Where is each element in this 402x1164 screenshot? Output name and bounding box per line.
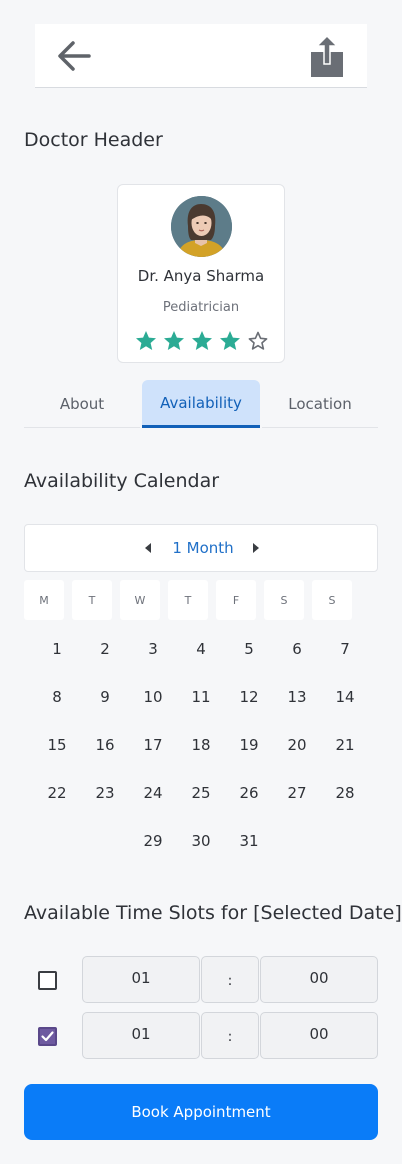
minute-field[interactable]: 00 <box>260 956 378 1003</box>
rating-stars <box>134 329 270 353</box>
star-filled-icon <box>220 331 240 350</box>
share-icon <box>311 34 343 77</box>
star-empty-icon <box>248 331 268 350</box>
caret-left-icon[interactable] <box>143 542 153 554</box>
caret-right-icon[interactable] <box>251 542 261 554</box>
weekday-label: T <box>168 580 208 620</box>
time-separator-label: : <box>227 1029 233 1045</box>
calendar-day[interactable]: 17 <box>133 725 173 765</box>
calendar-day[interactable]: 9 <box>85 677 125 717</box>
calendar-range-selector: 1 Month <box>24 524 378 572</box>
calendar-day[interactable]: 30 <box>181 821 221 861</box>
calendar-day[interactable]: 16 <box>85 725 125 765</box>
weekday-label: M <box>24 580 64 620</box>
calendar-range-label[interactable]: 1 Month <box>165 539 241 557</box>
calendar-day[interactable]: 21 <box>325 725 365 765</box>
star-filled-icon <box>192 331 212 350</box>
calendar-day[interactable]: 5 <box>229 629 269 669</box>
calendar-day[interactable]: 10 <box>133 677 173 717</box>
calendar-day[interactable]: 14 <box>325 677 365 717</box>
calendar-day[interactable]: 31 <box>229 821 269 861</box>
back-button[interactable] <box>55 38 93 74</box>
book-appointment-button[interactable]: Book Appointment <box>24 1084 378 1140</box>
star-filled-icon <box>136 331 156 350</box>
availability-calendar-title: Availability Calendar <box>24 470 220 492</box>
doctor-specialty: Pediatrician <box>162 300 240 315</box>
time-slot-checkbox-checked[interactable] <box>38 1027 57 1046</box>
hour-value: 01 <box>131 1025 151 1043</box>
hour-field[interactable]: 01 <box>82 1012 200 1059</box>
doctor-avatar <box>171 196 232 257</box>
time-separator: : <box>201 956 259 1003</box>
calendar-day[interactable]: 28 <box>325 773 365 813</box>
calendar-day[interactable]: 13 <box>277 677 317 717</box>
weekday-label: S <box>264 580 304 620</box>
weekday-label: W <box>120 580 160 620</box>
doctor-card: Dr. Anya Sharma Pediatrician <box>117 184 285 363</box>
calendar-day[interactable]: 24 <box>133 773 173 813</box>
calendar-day[interactable]: 18 <box>181 725 221 765</box>
calendar-day[interactable]: 19 <box>229 725 269 765</box>
doctor-header-title: Doctor Header <box>24 129 163 151</box>
minute-value: 00 <box>309 1025 329 1043</box>
calendar-day[interactable]: 6 <box>277 629 317 669</box>
calendar-day[interactable]: 8 <box>37 677 77 717</box>
calendar-day[interactable]: 22 <box>37 773 77 813</box>
share-button[interactable] <box>307 34 347 78</box>
weekday-label: F <box>216 580 256 620</box>
calendar-day[interactable]: 15 <box>37 725 77 765</box>
hour-field[interactable]: 01 <box>82 956 200 1003</box>
calendar-day[interactable]: 2 <box>85 629 125 669</box>
time-separator: : <box>201 1012 259 1059</box>
calendar-day[interactable]: 25 <box>181 773 221 813</box>
calendar-day[interactable]: 23 <box>85 773 125 813</box>
calendar-day[interactable]: 20 <box>277 725 317 765</box>
checkmark-icon <box>41 1031 54 1042</box>
calendar-day[interactable]: 4 <box>181 629 221 669</box>
star-filled-icon <box>164 331 184 350</box>
calendar-day[interactable]: 1 <box>37 629 77 669</box>
calendar-day[interactable]: 27 <box>277 773 317 813</box>
minute-field[interactable]: 00 <box>260 1012 378 1059</box>
top-app-bar <box>35 24 367 88</box>
calendar-day[interactable]: 12 <box>229 677 269 717</box>
calendar-day[interactable]: 3 <box>133 629 173 669</box>
calendar-day[interactable]: 7 <box>325 629 365 669</box>
tab-about[interactable]: About <box>24 380 140 428</box>
calendar-day[interactable]: 11 <box>181 677 221 717</box>
doctor-name: Dr. Anya Sharma <box>137 267 265 285</box>
time-separator-label: : <box>227 973 233 989</box>
time-slots-title: Available Time Slots for [Selected Date] <box>24 902 402 924</box>
hour-value: 01 <box>131 969 151 987</box>
tab-availability[interactable]: Availability <box>142 380 260 428</box>
weekday-label: S <box>312 580 352 620</box>
tab-location[interactable]: Location <box>262 380 378 428</box>
arrow-left-icon <box>58 41 91 71</box>
time-slot-checkbox[interactable] <box>38 971 57 990</box>
calendar-day[interactable]: 26 <box>229 773 269 813</box>
profile-tabs: About Availability Location <box>24 380 378 428</box>
calendar-day[interactable]: 29 <box>133 821 173 861</box>
minute-value: 00 <box>309 969 329 987</box>
weekday-label: T <box>72 580 112 620</box>
